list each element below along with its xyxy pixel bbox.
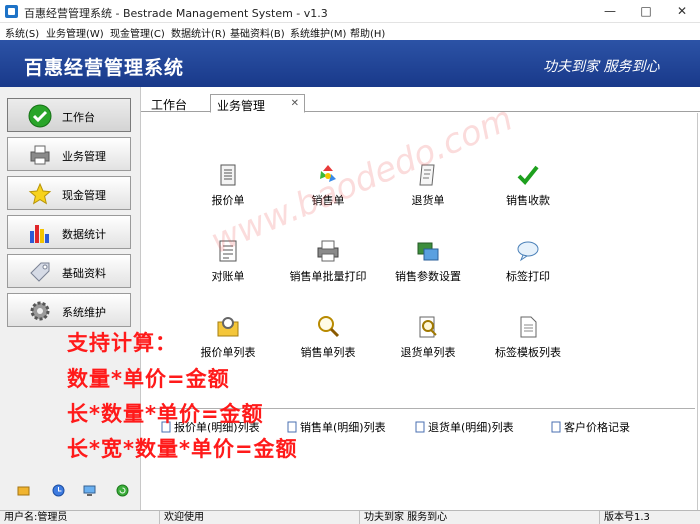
sidebar-item-label: 工作台: [62, 111, 95, 124]
quicklink-label: 退货单(明细)列表: [428, 421, 514, 434]
folder-icon[interactable]: [17, 484, 30, 497]
status-slogan: 功夫到家 服务到心: [360, 511, 600, 524]
check-icon: [28, 104, 52, 128]
feature-quotation-list[interactable]: 报价单列表: [173, 314, 283, 360]
page-icon: [520, 316, 537, 338]
feature-label-print[interactable]: 标签打印: [473, 238, 583, 284]
quicklink-customer-price[interactable]: 客户价格记录: [551, 419, 630, 434]
app-title: 百惠经营管理系统: [24, 57, 185, 79]
feature-sales-settings[interactable]: 销售参数设置: [373, 238, 483, 284]
gear-icon: [30, 301, 50, 321]
clock-icon[interactable]: [52, 484, 65, 497]
document-icon: [287, 421, 297, 433]
sidebar-item-label: 系统维护: [62, 306, 106, 319]
star-icon: [28, 182, 52, 205]
tab-workbench[interactable]: 工作台: [145, 94, 193, 113]
status-user: 用户名:管理员: [0, 511, 160, 524]
printer-icon: [30, 145, 50, 165]
quicklink-sales-detail[interactable]: 销售单(明细)列表: [287, 419, 386, 434]
document-search-icon: [419, 316, 437, 338]
refresh-icon[interactable]: [116, 484, 129, 497]
maximize-button[interactable]: □: [628, 0, 664, 23]
quicklink-label: 销售单(明细)列表: [300, 421, 386, 434]
feature-label-template-list[interactable]: 标签模板列表: [473, 314, 583, 360]
windows-icon: [417, 242, 439, 261]
slogan: 功夫到家 服务到心: [543, 59, 660, 75]
sidebar-item-label: 业务管理: [62, 150, 106, 163]
tab-bar: 工作台 业务管理 ✕: [141, 87, 700, 113]
menu-basic-data[interactable]: 基础资料(B): [230, 25, 285, 40]
quicklink-return-detail[interactable]: 退货单(明细)列表: [415, 419, 514, 434]
overlay-line-2: 数量*单价=金额: [67, 367, 230, 391]
overlay-line-1: 支持计算：: [67, 331, 177, 355]
feature-label: 销售参数设置: [395, 270, 461, 283]
menu-business[interactable]: 业务管理(W): [46, 25, 104, 40]
tag-icon: [30, 262, 50, 282]
sidebar-item-business[interactable]: 业务管理: [7, 137, 131, 171]
sidebar-item-basic-data[interactable]: 基础资料: [7, 254, 131, 288]
feature-sales-list[interactable]: 销售单列表: [273, 314, 383, 360]
feature-sales-receipt[interactable]: 销售收款: [473, 162, 583, 208]
overlay-line-4: 长*宽*数量*单价=金额: [67, 437, 298, 461]
feature-label: 标签打印: [506, 270, 550, 283]
folder-search-icon: [217, 317, 239, 337]
feature-label: 退货单列表: [400, 346, 456, 359]
document-icon: [415, 421, 425, 433]
feature-label: 对账单: [211, 270, 245, 283]
close-button[interactable]: ✕: [664, 0, 700, 23]
menu-system[interactable]: 系统(S): [5, 25, 39, 40]
magnifier-icon: [318, 316, 340, 338]
status-version: 版本号1.3: [604, 512, 650, 523]
status-welcome: 欢迎使用: [160, 511, 360, 524]
tab-label: 工作台: [151, 98, 188, 112]
sidebar-item-label: 数据统计: [62, 228, 106, 241]
sidebar-item-cash[interactable]: 现金管理: [7, 176, 131, 210]
quicklink-label: 客户价格记录: [564, 421, 630, 434]
feature-label: 销售收款: [506, 194, 550, 207]
document-icon: [551, 421, 561, 433]
bar-chart-icon: [30, 225, 49, 243]
menu-cash[interactable]: 现金管理(C): [110, 25, 165, 40]
feature-label: 退货单: [411, 194, 445, 207]
sidebar-item-label: 基础资料: [62, 267, 106, 280]
header-banner: 百惠经营管理系统 功夫到家 服务到心: [0, 40, 700, 87]
monitor-icon[interactable]: [83, 484, 96, 497]
feature-label: 标签模板列表: [495, 346, 561, 359]
document-icon: [220, 164, 236, 186]
close-icon[interactable]: ✕: [291, 98, 299, 109]
feature-label: 销售单列表: [300, 346, 356, 359]
title-bar: 百惠经营管理系统 - Bestrade Management System - …: [0, 0, 700, 23]
printer-icon: [317, 240, 339, 262]
menu-statistics[interactable]: 数据统计(R): [171, 25, 226, 40]
minimize-button[interactable]: —: [592, 0, 628, 23]
checkmark-icon: [517, 165, 539, 185]
sidebar-item-label: 现金管理: [62, 189, 106, 202]
feature-label: 报价单列表: [200, 346, 256, 359]
sidebar-item-maintenance[interactable]: 系统维护: [7, 293, 131, 327]
status-bar: 用户名:管理员 欢迎使用 功夫到家 服务到心 版本号1.3: [0, 510, 700, 524]
menu-help[interactable]: 帮助(H): [350, 25, 385, 40]
menu-bar: 系统(S) 业务管理(W) 现金管理(C) 数据统计(R) 基础资料(B) 系统…: [0, 23, 700, 40]
tab-business[interactable]: 业务管理 ✕: [210, 94, 305, 113]
tab-label: 业务管理: [217, 99, 266, 113]
feature-batch-print[interactable]: 销售单批量打印: [273, 238, 383, 284]
sidebar-item-statistics[interactable]: 数据统计: [7, 215, 131, 249]
menu-maintenance[interactable]: 系统维护(M): [290, 25, 346, 40]
app-icon: [5, 5, 18, 18]
sidebar-item-workbench[interactable]: 工作台: [7, 98, 131, 132]
window-title: 百惠经营管理系统 - Bestrade Management System - …: [24, 7, 328, 20]
feature-return-list[interactable]: 退货单列表: [373, 314, 483, 360]
feature-label: 销售单批量打印: [289, 270, 367, 283]
speech-bubble-icon: [517, 241, 539, 262]
overlay-line-3: 长*数量*单价=金额: [67, 402, 264, 426]
